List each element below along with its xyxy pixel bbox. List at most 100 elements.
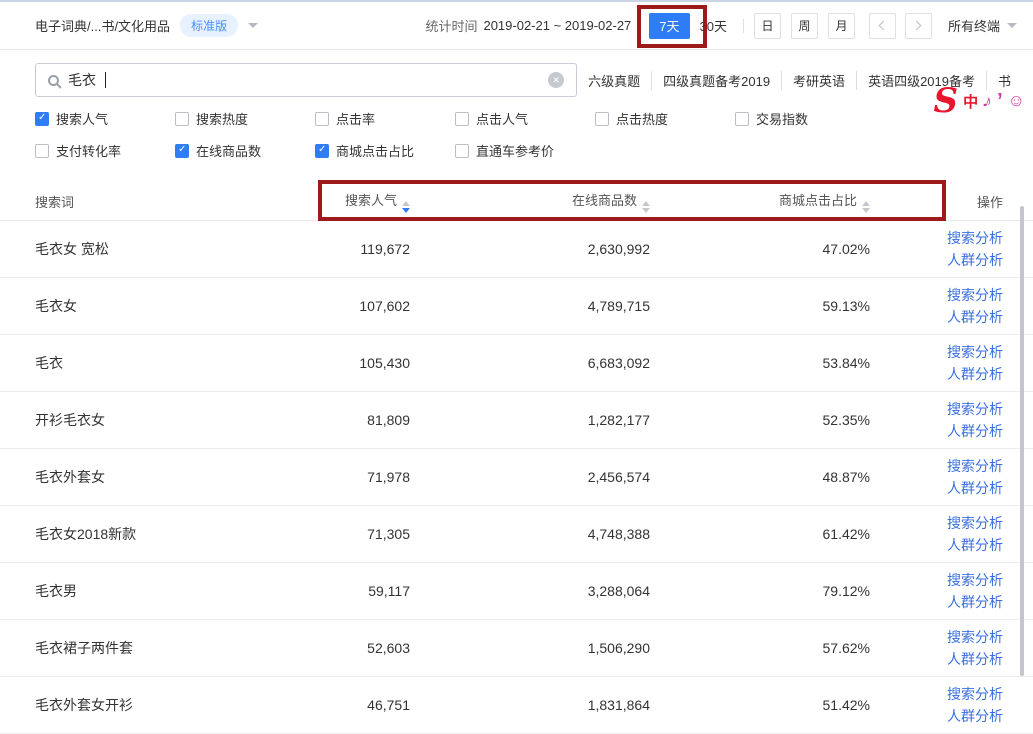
search-analysis-link[interactable]: 搜索分析	[947, 343, 1003, 362]
hot-search-link[interactable]: 考研英语	[781, 71, 856, 90]
metric-checkbox[interactable]: 交易指数	[735, 109, 875, 128]
table-row: 毛衣男 59,117 3,288,064 79.12% 搜索分析 人群分析	[0, 563, 1033, 620]
search-analysis-link[interactable]: 搜索分析	[947, 457, 1003, 476]
category-breadcrumb[interactable]: 电子词典/...书/文化用品	[35, 16, 170, 35]
watermark-logo: S 中 ♪ ’ ☺	[934, 84, 1026, 118]
category-selector: 电子词典/...书/文化用品 标准版	[35, 14, 258, 37]
search-section: 毛衣 六级真题 四级真题备考2019 考研英语 英语四级2019备考 书	[0, 50, 1033, 109]
table-row: 开衫毛衣女 81,809 1,282,177 52.35% 搜索分析 人群分析	[0, 392, 1033, 449]
checkbox-icon[interactable]	[175, 112, 189, 126]
stat-time-label: 统计时间	[425, 16, 477, 35]
col-header-mall-click-ratio[interactable]: 商城点击占比	[650, 190, 870, 213]
chevron-down-icon[interactable]	[248, 23, 258, 28]
checkbox-icon[interactable]	[455, 144, 469, 158]
metric-checkbox[interactable]: 点击热度	[595, 109, 735, 128]
terminal-selector[interactable]: 所有终端	[948, 16, 1017, 35]
checkbox-icon[interactable]	[315, 144, 329, 158]
col-header-label: 搜索人气	[345, 193, 397, 208]
keyword-cell: 毛衣外套女	[0, 467, 300, 487]
checkbox-icon[interactable]	[35, 112, 49, 126]
mall-click-ratio-cell: 47.02%	[650, 241, 870, 257]
table-body: 毛衣女 宽松 119,672 2,630,992 47.02% 搜索分析 人群分…	[0, 221, 1033, 734]
metric-checkbox[interactable]: 点击人气	[455, 109, 595, 128]
mall-click-ratio-cell: 52.35%	[650, 412, 870, 428]
metric-checkbox[interactable]: 直通车参考价	[455, 141, 595, 160]
col-header-actions: 操作	[870, 192, 1033, 211]
search-analysis-link[interactable]: 搜索分析	[947, 229, 1003, 248]
online-products-cell: 4,748,388	[410, 526, 650, 542]
search-analysis-link[interactable]: 搜索分析	[947, 628, 1003, 647]
hot-search-link[interactable]: 六级真题	[577, 71, 651, 90]
checkbox-icon[interactable]	[35, 144, 49, 158]
search-analysis-link[interactable]: 搜索分析	[947, 286, 1003, 305]
scrollbar[interactable]	[1020, 206, 1024, 676]
sort-icon[interactable]	[402, 201, 410, 213]
crowd-analysis-link[interactable]: 人群分析	[947, 650, 1003, 669]
hot-search-link[interactable]: 四级真题备考2019	[651, 71, 781, 90]
mall-click-ratio-cell: 51.42%	[650, 697, 870, 713]
search-analysis-link[interactable]: 搜索分析	[947, 571, 1003, 590]
search-popularity-cell: 119,672	[300, 241, 410, 257]
crowd-analysis-link[interactable]: 人群分析	[947, 479, 1003, 498]
online-products-cell: 4,789,715	[410, 298, 650, 314]
online-products-cell: 1,831,864	[410, 697, 650, 713]
divider	[743, 19, 744, 33]
crowd-analysis-link[interactable]: 人群分析	[947, 593, 1003, 612]
crowd-analysis-link[interactable]: 人群分析	[947, 365, 1003, 384]
sort-icon[interactable]	[642, 201, 650, 213]
mall-click-ratio-cell: 57.62%	[650, 640, 870, 656]
crowd-analysis-link[interactable]: 人群分析	[947, 707, 1003, 726]
search-popularity-cell: 81,809	[300, 412, 410, 428]
crowd-analysis-link[interactable]: 人群分析	[947, 422, 1003, 441]
metric-label: 商城点击占比	[336, 141, 414, 160]
search-analysis-link[interactable]: 搜索分析	[947, 400, 1003, 419]
col-header-search-popularity[interactable]: 搜索人气	[300, 190, 410, 213]
clear-search-icon[interactable]	[548, 72, 564, 88]
metric-checkbox[interactable]: 点击率	[315, 109, 455, 128]
metric-checkbox[interactable]: 搜索人气	[35, 109, 175, 128]
table-row: 毛衣女 宽松 119,672 2,630,992 47.02% 搜索分析 人群分…	[0, 221, 1033, 278]
crowd-analysis-link[interactable]: 人群分析	[947, 308, 1003, 327]
actions-cell: 搜索分析 人群分析	[870, 229, 1033, 270]
metric-checkbox[interactable]: 搜索热度	[175, 109, 315, 128]
next-arrow-button[interactable]	[905, 13, 932, 39]
crowd-analysis-link[interactable]: 人群分析	[947, 251, 1003, 270]
range-30d-button[interactable]: 30天	[694, 16, 733, 35]
search-popularity-cell: 52,603	[300, 640, 410, 656]
range-7d-button[interactable]: 7天	[649, 13, 689, 39]
keywords-table: 搜索词 搜索人气 在线商品数 商城点击占比 操作 毛衣女 宽松 119,672 …	[0, 183, 1033, 734]
keyword-cell: 开衫毛衣女	[0, 410, 300, 430]
granularity-button[interactable]: 周	[791, 13, 818, 39]
search-popularity-cell: 46,751	[300, 697, 410, 713]
watermark-note-icon: ♪	[980, 90, 995, 113]
metric-label: 支付转化率	[56, 141, 121, 160]
filters-section: 搜索人气 搜索热度 点击率 点击人气 点击热度	[0, 109, 1033, 175]
metric-checkbox[interactable]: 在线商品数	[175, 141, 315, 160]
checkbox-icon[interactable]	[595, 112, 609, 126]
prev-arrow-button[interactable]	[869, 13, 896, 39]
search-input[interactable]: 毛衣	[35, 63, 577, 97]
metric-checkbox[interactable]: 支付转化率	[35, 141, 175, 160]
keyword-cell: 毛衣女2018新款	[0, 524, 300, 544]
search-analysis-link[interactable]: 搜索分析	[947, 514, 1003, 533]
granularity-button[interactable]: 日	[754, 13, 781, 39]
stat-time-value: 2019-02-21 ~ 2019-02-27	[483, 18, 631, 33]
granularity-button[interactable]: 月	[828, 13, 855, 39]
search-popularity-cell: 107,602	[300, 298, 410, 314]
watermark-smiley-icon: ☺	[1008, 91, 1025, 111]
checkbox-icon[interactable]	[455, 112, 469, 126]
checkbox-icon[interactable]	[175, 144, 189, 158]
col-header-online-products[interactable]: 在线商品数	[410, 190, 650, 213]
checkbox-icon[interactable]	[315, 112, 329, 126]
table-row: 毛衣裙子两件套 52,603 1,506,290 57.62% 搜索分析 人群分…	[0, 620, 1033, 677]
checkbox-icon[interactable]	[735, 112, 749, 126]
keyword-cell: 毛衣外套女开衫	[0, 695, 300, 715]
crowd-analysis-link[interactable]: 人群分析	[947, 536, 1003, 555]
metric-checkbox[interactable]: 商城点击占比	[315, 141, 455, 160]
search-analysis-link[interactable]: 搜索分析	[947, 685, 1003, 704]
sort-icon[interactable]	[862, 201, 870, 213]
metric-label: 在线商品数	[196, 141, 261, 160]
online-products-cell: 6,683,092	[410, 355, 650, 371]
table-row: 毛衣女 107,602 4,789,715 59.13% 搜索分析 人群分析	[0, 278, 1033, 335]
actions-cell: 搜索分析 人群分析	[870, 685, 1033, 726]
